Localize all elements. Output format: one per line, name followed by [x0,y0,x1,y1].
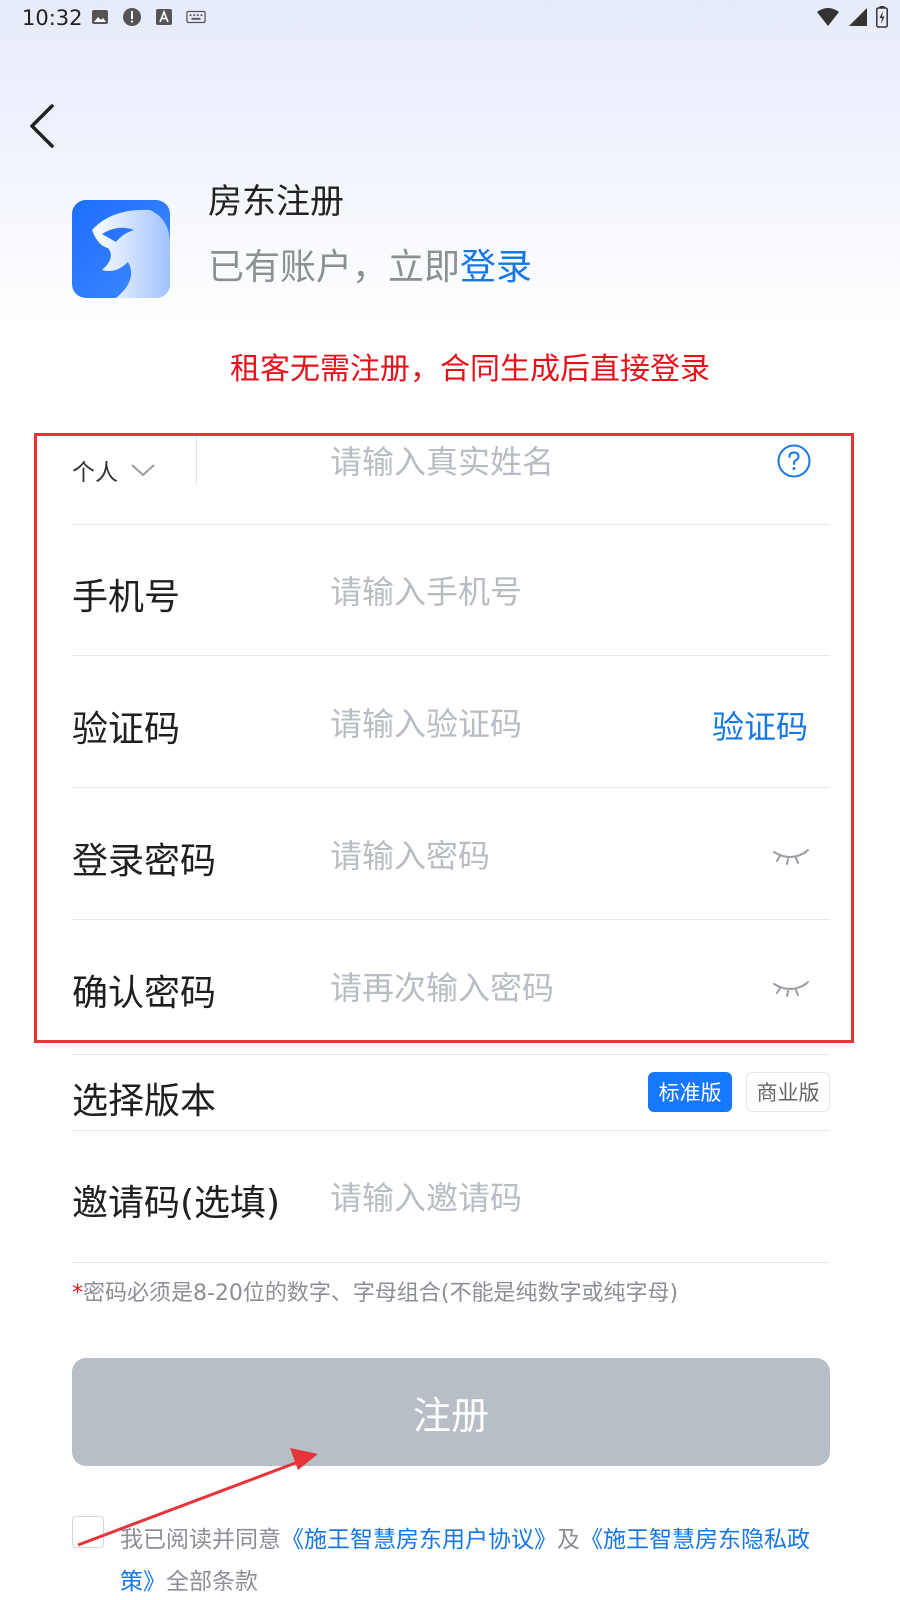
code-input[interactable] [330,694,710,754]
real-name-input[interactable] [330,432,710,492]
get-code-button[interactable]: 验证码 [712,702,808,748]
status-bar: 10:32 [0,0,900,36]
phone-row: 手机号 [72,562,830,622]
signal-icon [848,7,868,31]
agreement-suffix: 全部条款 [166,1569,258,1595]
password-label: 登录密码 [72,841,217,882]
text-notification-icon [154,7,174,27]
required-mark: * [72,1281,83,1306]
phone-input[interactable] [330,562,710,622]
divider [72,1130,830,1131]
edition-business-button[interactable]: 商业版 [746,1072,830,1112]
code-label: 验证码 [72,709,181,750]
chevron-down-icon [131,464,155,477]
keyboard-notification-icon [186,7,206,27]
edition-row: 选择版本 标准版 商业版 [72,1072,830,1122]
divider [72,1262,830,1263]
divider [72,919,830,920]
login-prompt: 已有账户，立即登录 [208,238,532,290]
type-separator [196,436,197,484]
divider [72,1054,830,1055]
confirm-password-input[interactable] [330,958,710,1018]
password-hint: *密码必须是8-20位的数字、字母组合(不能是纯数字或纯字母) [72,1275,678,1307]
image-notification-icon [90,7,110,27]
register-button[interactable]: 注册 [72,1358,830,1466]
code-row: 验证码 验证码 [72,694,830,754]
password-input[interactable] [330,826,710,886]
divider [72,655,830,656]
edition-label: 选择版本 [72,1081,217,1122]
status-notifications [90,7,206,27]
account-type-value: 个人 [72,460,118,486]
wifi-icon [816,7,840,31]
eye-closed-icon[interactable] [770,844,812,868]
phone-label: 手机号 [72,577,181,618]
invite-row: 邀请码(选填) [72,1168,830,1228]
alert-notification-icon [122,7,142,27]
edition-standard-button[interactable]: 标准版 [648,1072,732,1112]
password-hint-text: 密码必须是8-20位的数字、字母组合(不能是纯数字或纯字母) [83,1281,679,1306]
user-agreement-link[interactable]: 《施王智慧房东用户协议》 [281,1527,557,1553]
agreement-prefix: 我已阅读并同意 [120,1527,281,1553]
account-type-select[interactable]: 个人 [72,444,156,496]
tenant-notice: 租客无需注册，合同生成后直接登录 [230,352,710,387]
status-system [816,6,888,32]
help-icon[interactable] [776,443,812,479]
login-link[interactable]: 登录 [460,247,532,288]
invite-input[interactable] [330,1168,710,1228]
invite-label: 邀请码(选填) [72,1183,281,1224]
login-prompt-text: 已有账户，立即 [208,247,461,288]
app-logo [72,200,170,298]
eye-closed-icon[interactable] [770,976,812,1000]
confirm-password-label: 确认密码 [72,973,217,1014]
password-row: 登录密码 [72,826,830,886]
agreement-checkbox[interactable] [72,1516,104,1548]
divider [72,787,830,788]
battery-icon [876,6,888,32]
divider [72,524,830,525]
confirm-password-row: 确认密码 [72,958,830,1018]
page-title: 房东注册 [208,182,344,222]
agreement-and: 及 [557,1527,580,1553]
chevron-left-icon [30,104,54,148]
back-button[interactable] [20,98,64,154]
agreement-text: 我已阅读并同意《施王智慧房东用户协议》及《施王智慧房东隐私政策》全部条款 [120,1519,820,1600]
status-time: 10:32 [22,6,83,30]
lion-logo-icon [72,200,170,298]
